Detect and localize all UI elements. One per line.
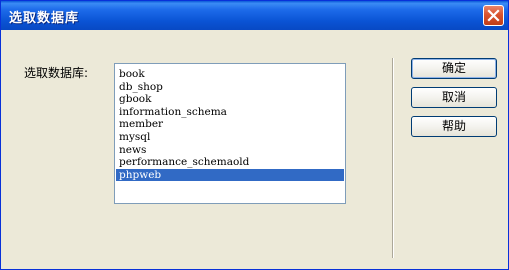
list-item[interactable]: news xyxy=(116,144,344,157)
help-button[interactable]: 帮助 xyxy=(411,116,497,137)
list-item[interactable]: performance_schemaold xyxy=(116,156,344,169)
list-item[interactable]: mysql xyxy=(116,131,344,144)
window-title: 选取数据库 xyxy=(9,11,80,26)
list-item[interactable]: gbook xyxy=(116,93,344,106)
ok-button[interactable]: 确定 xyxy=(411,58,497,79)
select-database-dialog: 选取数据库 选取数据库: book db_shop gbook information… xyxy=(0,0,509,270)
list-item[interactable]: book xyxy=(116,68,344,81)
title-bar[interactable]: 选取数据库 xyxy=(1,1,508,30)
vertical-divider xyxy=(392,58,393,258)
database-listbox[interactable]: book db_shop gbook information_schema member… xyxy=(114,63,346,204)
list-item[interactable]: db_shop xyxy=(116,81,344,94)
cancel-button[interactable]: 取消 xyxy=(411,87,497,108)
close-button[interactable] xyxy=(483,5,504,26)
list-item[interactable]: information_schema xyxy=(116,106,344,119)
list-item[interactable]: member xyxy=(116,118,344,131)
database-label: 选取数据库: xyxy=(24,66,89,80)
database-list: book db_shop gbook information_schema member… xyxy=(116,68,344,182)
list-item-selected[interactable]: phpweb xyxy=(116,168,344,182)
close-icon xyxy=(487,9,500,22)
